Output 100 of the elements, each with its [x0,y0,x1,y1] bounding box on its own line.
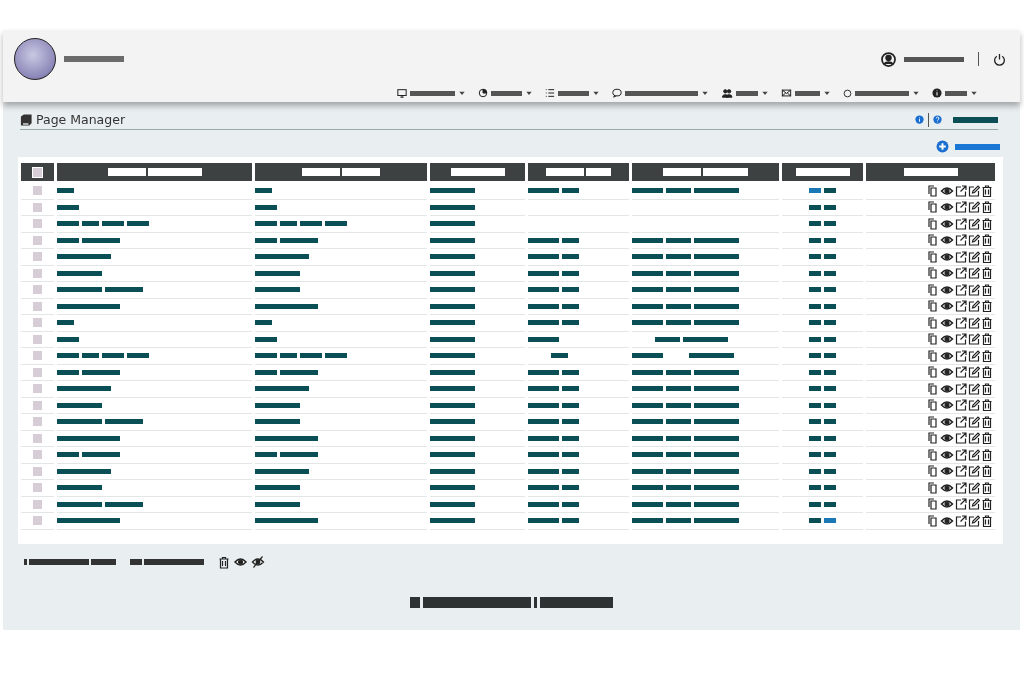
external-link-icon[interactable] [955,448,967,461]
copy-icon[interactable] [927,267,939,280]
eye-icon[interactable] [940,201,954,214]
copy-icon[interactable] [927,432,939,445]
eye-icon[interactable] [940,514,954,527]
copy-icon[interactable] [927,250,939,263]
external-link-icon[interactable] [955,349,967,362]
trash-icon[interactable] [981,184,993,197]
row-checkbox[interactable] [33,384,42,394]
eye-icon[interactable] [940,465,954,478]
trash-icon[interactable] [981,217,993,230]
row-checkbox[interactable] [33,202,42,212]
eye-icon[interactable] [940,432,954,445]
eye-icon[interactable] [940,333,954,346]
eye-icon[interactable] [940,366,954,379]
copy-icon[interactable] [927,382,939,395]
row-checkbox[interactable] [33,351,42,361]
eye-icon[interactable] [940,349,954,362]
eye-icon[interactable] [940,283,954,296]
row-checkbox[interactable] [33,417,42,427]
copy-icon[interactable] [927,349,939,362]
eye-icon[interactable] [940,481,954,494]
menu-item[interactable] [612,88,709,98]
row-checkbox[interactable] [33,499,42,509]
trash-icon[interactable] [981,234,993,247]
eye-icon[interactable] [940,415,954,428]
trash-icon[interactable] [981,514,993,527]
edit-icon[interactable] [968,514,980,527]
external-link-icon[interactable] [955,498,967,511]
edit-icon[interactable] [968,316,980,329]
copy-icon[interactable] [927,448,939,461]
copy-icon[interactable] [927,399,939,412]
copy-icon[interactable] [927,514,939,527]
trash-icon[interactable] [981,448,993,461]
row-checkbox[interactable] [33,268,42,278]
trash-icon[interactable] [981,333,993,346]
copy-icon[interactable] [927,234,939,247]
trash-icon[interactable] [981,316,993,329]
external-link-icon[interactable] [955,250,967,263]
row-checkbox[interactable] [33,516,42,526]
select-all-checkbox[interactable] [33,167,42,177]
edit-icon[interactable] [968,267,980,280]
row-checkbox[interactable] [33,235,42,245]
copy-icon[interactable] [927,498,939,511]
copy-icon[interactable] [927,316,939,329]
external-link-icon[interactable] [955,382,967,395]
add-button[interactable] [955,143,1000,150]
eye-icon[interactable] [940,399,954,412]
copy-icon[interactable] [927,184,939,197]
copy-icon[interactable] [927,366,939,379]
edit-icon[interactable] [968,465,980,478]
external-link-icon[interactable] [955,316,967,329]
edit-icon[interactable] [968,283,980,296]
external-link-icon[interactable] [955,333,967,346]
copy-icon[interactable] [927,201,939,214]
edit-icon[interactable] [968,382,980,395]
trash-icon[interactable] [218,555,230,569]
external-link-icon[interactable] [955,267,967,280]
external-link-icon[interactable] [955,465,967,478]
external-link-icon[interactable] [955,514,967,527]
copy-icon[interactable] [927,300,939,313]
menu-item[interactable] [721,88,769,98]
trash-icon[interactable] [981,498,993,511]
row-checkbox[interactable] [33,483,42,493]
external-link-icon[interactable] [955,432,967,445]
trash-icon[interactable] [981,399,993,412]
add-icon[interactable] [936,140,949,153]
trash-icon[interactable] [981,250,993,263]
external-link-icon[interactable] [955,300,967,313]
row-checkbox[interactable] [33,367,42,377]
external-link-icon[interactable] [955,201,967,214]
menu-item[interactable] [781,88,831,98]
edit-icon[interactable] [968,432,980,445]
copy-icon[interactable] [927,415,939,428]
edit-icon[interactable] [968,333,980,346]
power-icon[interactable] [993,52,1006,66]
edit-icon[interactable] [968,234,980,247]
row-checkbox[interactable] [33,285,42,295]
row-checkbox[interactable] [33,466,42,476]
edit-icon[interactable] [968,349,980,362]
eye-icon[interactable] [940,184,954,197]
action-button[interactable] [953,116,998,123]
help-icon[interactable] [933,115,942,124]
external-link-icon[interactable] [955,399,967,412]
row-checkbox[interactable] [33,252,42,262]
menu-item[interactable] [478,88,533,98]
eye-icon[interactable] [940,382,954,395]
trash-icon[interactable] [981,349,993,362]
menu-item[interactable] [397,88,466,98]
eye-icon[interactable] [940,267,954,280]
trash-icon[interactable] [981,481,993,494]
edit-icon[interactable] [968,300,980,313]
trash-icon[interactable] [981,283,993,296]
trash-icon[interactable] [981,415,993,428]
eye-icon[interactable] [940,217,954,230]
copy-icon[interactable] [927,481,939,494]
avatar-logo[interactable] [14,38,56,80]
edit-icon[interactable] [968,399,980,412]
row-checkbox[interactable] [33,450,42,460]
row-checkbox[interactable] [33,400,42,410]
